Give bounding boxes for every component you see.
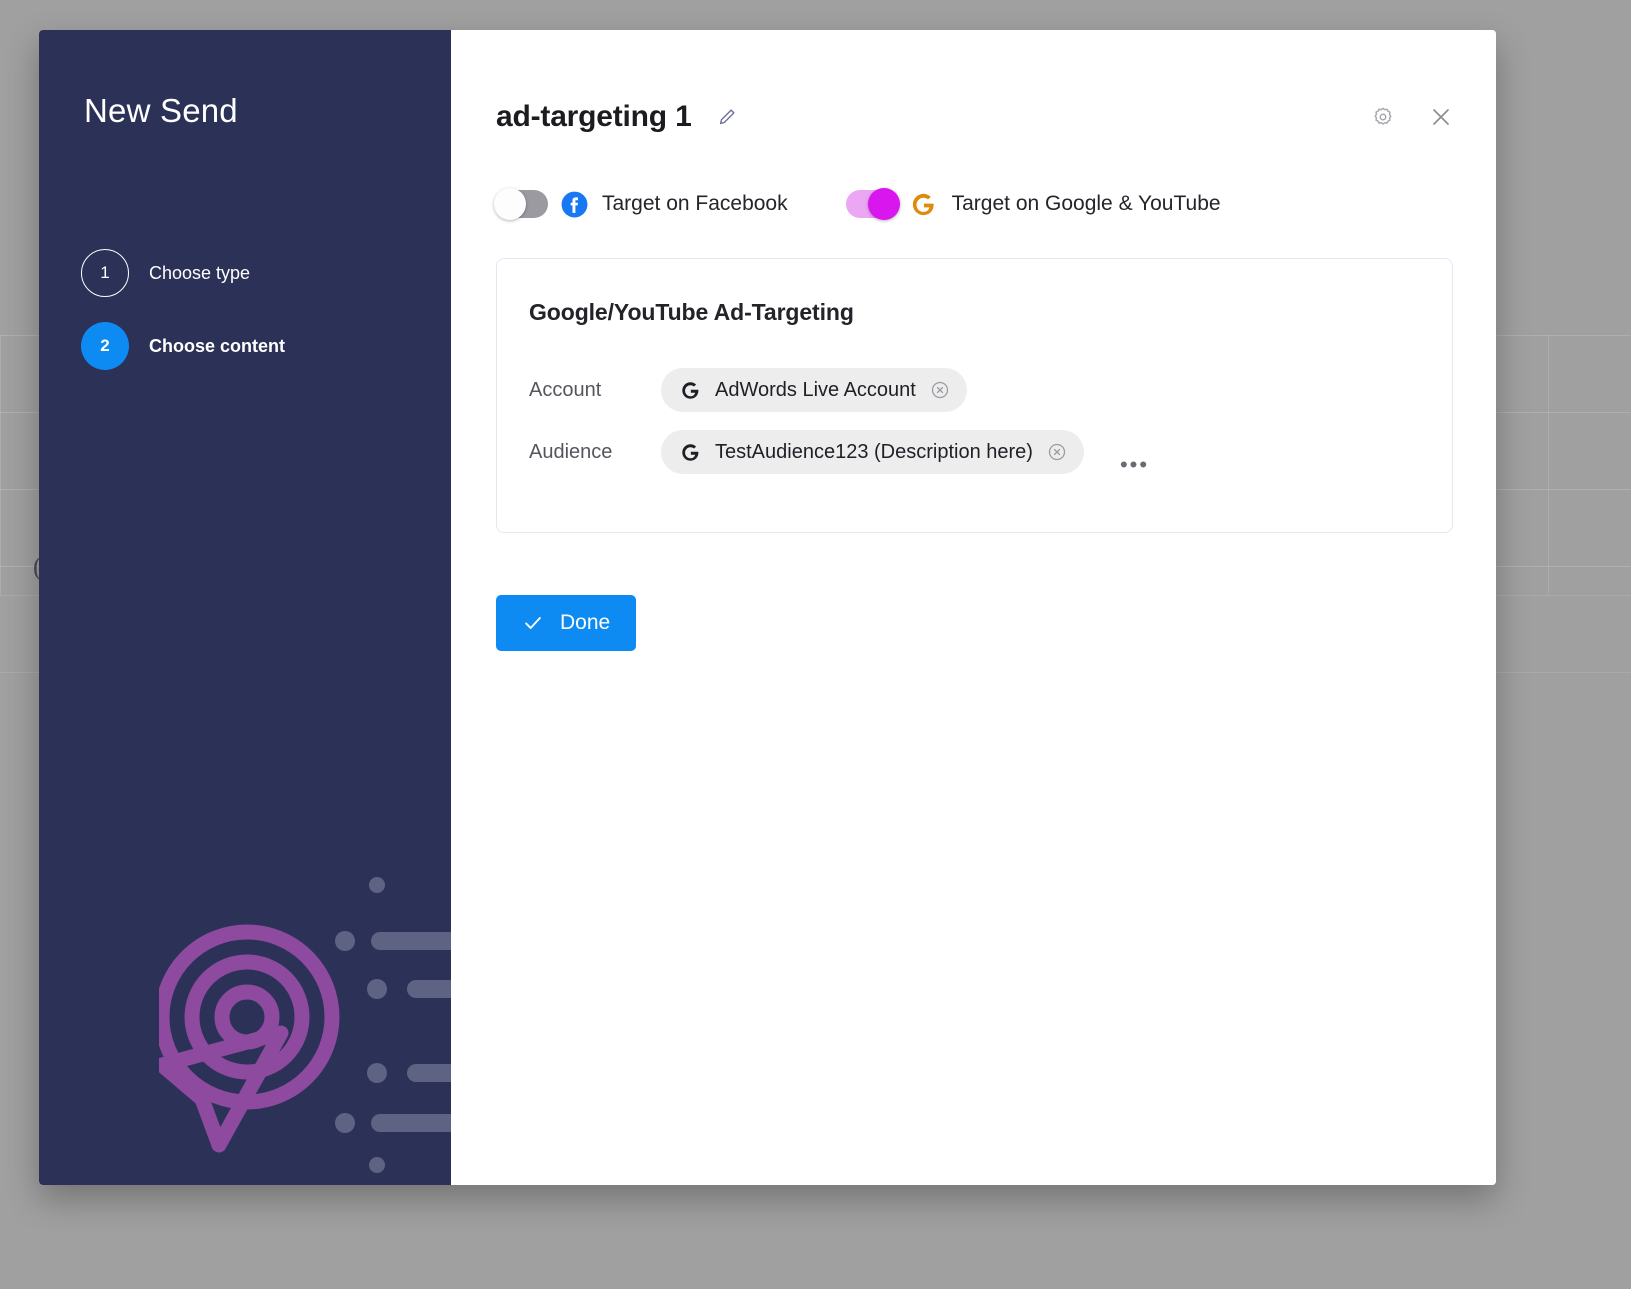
card-title: Google/YouTube Ad-Targeting — [529, 299, 854, 325]
wizard-step-list: 1 Choose type 2 Choose content — [81, 245, 411, 391]
field-row-audience: Audience TestAudience123 (Description he… — [529, 430, 1418, 476]
google-g-icon — [679, 441, 701, 463]
channel-label-facebook: Target on Facebook — [602, 192, 788, 215]
done-button[interactable]: Done — [496, 595, 637, 651]
target-cursor-logo-icon — [159, 877, 451, 1173]
field-row-account: Account AdWords Live Account — [529, 368, 1418, 412]
circle-x-icon[interactable] — [929, 379, 951, 401]
circle-x-icon[interactable] — [1046, 441, 1068, 463]
field-label-account: Account — [529, 378, 602, 401]
google-g-icon — [910, 190, 938, 218]
toggle-knob — [494, 188, 526, 220]
field-label-audience: Audience — [529, 440, 613, 463]
wizard-sidebar: New Send 1 Choose type 2 Choose content — [39, 30, 451, 1185]
check-icon — [522, 612, 544, 634]
main-panel: ad-targeting 1 Target on Facebook Target… — [451, 30, 1496, 1185]
done-button-label: Done — [560, 611, 611, 634]
sidebar-title: New Send — [84, 92, 238, 129]
google-youtube-ad-targeting-card: Google/YouTube Ad-Targeting Account AdWo… — [496, 258, 1453, 533]
chip-label-audience: TestAudience123 (Description here) — [715, 440, 1033, 463]
google-g-icon — [679, 379, 701, 401]
toggle-target-on-facebook[interactable] — [494, 188, 548, 220]
chip-account[interactable]: AdWords Live Account — [661, 368, 967, 412]
close-icon[interactable] — [1428, 104, 1454, 130]
sidebar-step-choose-type[interactable]: 1 Choose type — [81, 245, 411, 301]
step-badge-1: 1 — [81, 249, 129, 297]
sidebar-step-choose-content[interactable]: 2 Choose content — [81, 318, 411, 374]
pencil-icon[interactable] — [714, 104, 740, 130]
toggle-knob — [867, 188, 900, 220]
channel-facebook[interactable]: Target on Facebook — [494, 188, 788, 220]
channel-toggle-row: Target on Facebook Target on Google & Yo… — [494, 188, 1221, 220]
audience-more-indicator[interactable]: ••• — [1120, 454, 1149, 476]
step-label-choose-type: Choose type — [149, 262, 251, 283]
page-title: ad-targeting 1 — [496, 100, 692, 133]
modal-header: ad-targeting 1 — [496, 92, 1454, 142]
step-label-choose-content: Choose content — [149, 335, 286, 356]
toggle-target-on-google-youtube[interactable] — [845, 188, 900, 220]
channel-label-google-youtube: Target on Google & YouTube — [951, 192, 1221, 215]
new-send-modal: New Send 1 Choose type 2 Choose content — [39, 30, 1496, 1185]
chip-audience[interactable]: TestAudience123 (Description here) — [661, 430, 1084, 474]
facebook-icon — [560, 190, 588, 218]
channel-google-youtube[interactable]: Target on Google & YouTube — [845, 188, 1221, 220]
gear-icon[interactable] — [1370, 104, 1396, 130]
step-badge-2: 2 — [81, 322, 129, 370]
chip-label-account: AdWords Live Account — [715, 378, 916, 401]
header-actions — [1370, 104, 1454, 130]
